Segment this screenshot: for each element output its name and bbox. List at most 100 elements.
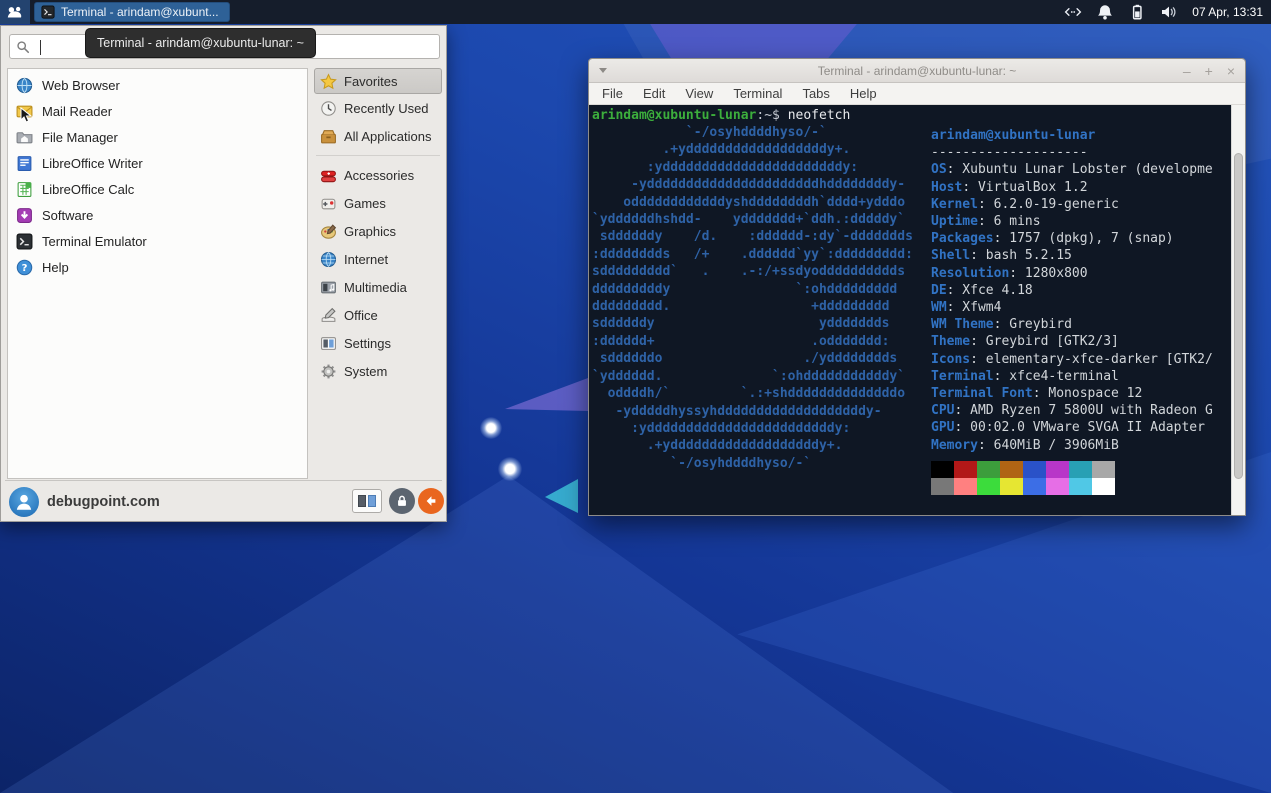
info-line-cpu: CPU: AMD Ryzen 7 5800U with Radeon G [931,402,1213,419]
battery-icon[interactable] [1128,3,1146,21]
taskbar-tooltip: Terminal - arindam@xubuntu-lunar: ~ [85,28,316,58]
category-item-internet[interactable]: Internet [314,245,442,273]
category-item-accessories[interactable]: Accessories [314,161,442,189]
app-item-label: LibreOffice Calc [42,182,134,197]
info-label: Theme [931,334,970,349]
volume-icon[interactable] [1160,3,1178,21]
user-icon [13,491,35,513]
category-item-label: Games [344,196,386,211]
category-item-label: Recently Used [344,101,429,116]
app-item-libreoffice-writer[interactable]: LibreOffice Writer [8,150,307,176]
footer-separator [5,480,442,481]
neofetch-ascii-art: `-/osyhddddhyso/-` .+ydddddddddddddddddd… [592,124,913,472]
panel-clock[interactable]: 07 Apr, 13:31 [1192,5,1265,19]
app-item-mail-reader[interactable]: Mail Reader [8,98,307,124]
category-item-recently-used[interactable]: Recently Used [314,94,442,122]
info-label: Host [931,180,962,195]
menubar-item-terminal[interactable]: Terminal [724,86,791,101]
category-item-system[interactable]: System [314,357,442,385]
info-label: DE [931,283,947,298]
app-item-label: Web Browser [42,78,120,93]
wallpaper-glow-dot [480,417,502,439]
app-item-label: Terminal Emulator [42,234,147,249]
top-panel: Terminal - arindam@xubunt... 07 Apr, 13:… [0,0,1271,24]
text-caret [40,40,41,55]
menubar-item-tabs[interactable]: Tabs [793,86,838,101]
terminal-scrollbar[interactable] [1231,105,1245,515]
menubar-item-file[interactable]: File [593,86,632,101]
info-line-resolution: Resolution: 1280x800 [931,265,1213,282]
taskbar-window-button[interactable]: Terminal - arindam@xubunt... [34,2,230,22]
palette-swatch [954,461,977,478]
info-value: : Monospace 12 [1033,386,1143,401]
terminal-titlebar[interactable]: Terminal - arindam@xubuntu-lunar: ~ – + … [589,59,1245,83]
mouse-cursor [20,107,33,129]
info-line-kernel: Kernel: 6.2.0-19-generic [931,196,1213,213]
lock-screen-button[interactable] [389,488,415,514]
info-value: : Xfwm4 [947,300,1002,315]
app-item-software[interactable]: Software [8,202,307,228]
terminal-emulator-icon [16,233,33,250]
category-list: Favorites Recently Used All Applications Ac… [314,68,442,385]
app-item-label: Mail Reader [42,104,112,119]
app-item-help[interactable]: ?Help [8,254,307,280]
scrollbar-thumb[interactable] [1234,153,1243,479]
info-line-icons: Icons: elementary-xfce-darker [GTK2/ [931,351,1213,368]
whisker-menu-button[interactable] [0,0,30,24]
network-icon[interactable] [1064,3,1082,21]
info-value: : elementary-xfce-darker [GTK2/ [970,352,1213,367]
category-item-games[interactable]: Games [314,189,442,217]
prompt-suffix: :~$ [756,108,787,123]
info-value: : bash 5.2.15 [970,248,1072,263]
prompt-command: neofetch [788,108,851,123]
info-line-wm-theme: WM Theme: Greybird [931,316,1213,333]
category-item-settings[interactable]: Settings [314,329,442,357]
notification-bell-icon[interactable] [1096,3,1114,21]
app-item-file-manager[interactable]: File Manager [8,124,307,150]
palette-swatch [954,478,977,495]
info-label: Memory [931,438,978,453]
category-item-favorites[interactable]: Favorites [314,68,442,94]
category-item-graphics[interactable]: Graphics [314,217,442,245]
menubar-item-view[interactable]: View [676,86,722,101]
username-label: debugpoint.com [47,494,160,510]
info-value: : 00:02.0 VMware SVGA II Adapter [954,420,1204,435]
menubar-item-edit[interactable]: Edit [634,86,674,101]
app-item-terminal-emulator[interactable]: Terminal Emulator [8,228,307,254]
view-settings-button[interactable] [352,489,382,513]
office-icon [320,307,337,324]
info-separator: -------------------- [931,144,1213,161]
terminal-title: Terminal - arindam@xubuntu-lunar: ~ [589,64,1245,78]
info-value: : Xfce 4.18 [947,283,1033,298]
whisker-menu-popup: Web BrowserMail ReaderFile ManagerLibreO… [0,25,447,522]
libreoffice-writer-icon [16,155,33,172]
internet-icon [320,251,337,268]
user-avatar[interactable] [9,487,39,517]
software-icon [16,207,33,224]
app-item-libreoffice-calc[interactable]: LibreOffice Calc [8,176,307,202]
palette-swatch [1000,478,1023,495]
palette-swatch [1092,478,1115,495]
logout-button[interactable] [418,488,444,514]
palette-row-2 [931,478,1115,495]
category-item-label: All Applications [344,129,431,144]
info-value: : Xubuntu Lunar Lobster (developme [947,162,1213,177]
category-item-all-applications[interactable]: All Applications [314,122,442,150]
pane-dark [358,495,366,507]
games-icon [320,195,337,212]
category-item-label: Favorites [344,74,397,89]
info-value: : 1280x800 [1009,266,1087,281]
info-user-host: arindam@xubuntu-lunar [931,127,1213,144]
shell-prompt: arindam@xubuntu-lunar:~$ neofetch [592,108,850,123]
info-value: : AMD Ryzen 7 5800U with Radeon G [954,403,1212,418]
menubar-item-help[interactable]: Help [841,86,886,101]
palette-swatch [931,478,954,495]
info-line-gpu: GPU: 00:02.0 VMware SVGA II Adapter [931,419,1213,436]
category-item-office[interactable]: Office [314,301,442,329]
palette-swatch [931,461,954,478]
palette-swatch [977,461,1000,478]
search-icon [16,40,30,54]
app-item-web-browser[interactable]: Web Browser [8,72,307,98]
graphics-icon [320,223,337,240]
category-item-multimedia[interactable]: Multimedia [314,273,442,301]
